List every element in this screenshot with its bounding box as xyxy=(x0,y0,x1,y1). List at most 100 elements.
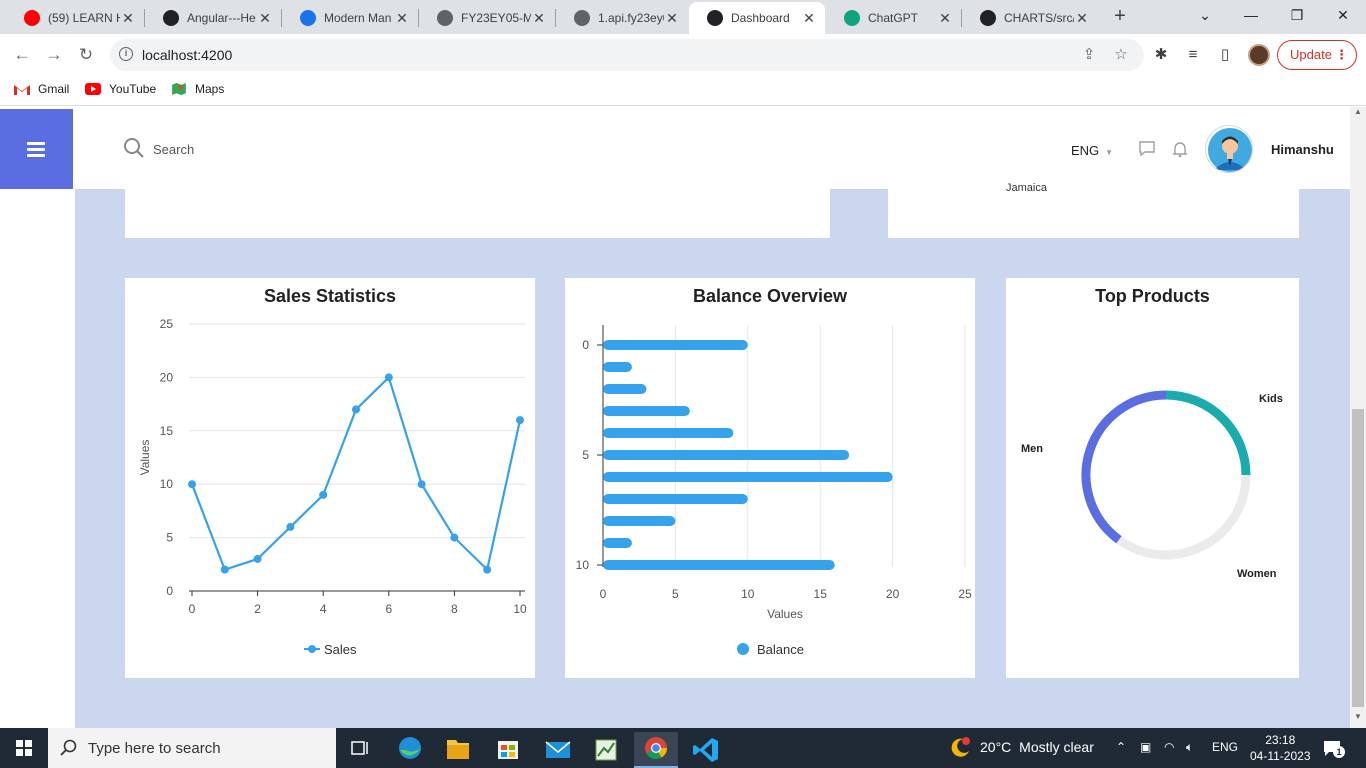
task-view-button[interactable] xyxy=(338,732,382,768)
weather-moon-icon[interactable] xyxy=(948,736,972,760)
site-info-icon[interactable]: i xyxy=(119,47,133,61)
taskbar-search-placeholder: Type here to search xyxy=(88,740,221,757)
sales-data-point xyxy=(450,533,459,542)
legend-marker xyxy=(737,643,749,655)
reload-button[interactable]: ↻ xyxy=(74,43,98,67)
language-label: ENG xyxy=(1071,143,1100,158)
tray-language[interactable]: ENG xyxy=(1212,740,1238,754)
close-tab-icon[interactable]: ✕ xyxy=(937,10,953,27)
media-control-icon[interactable]: ≡ xyxy=(1184,46,1202,64)
balance-bar xyxy=(603,538,632,548)
browser-tab[interactable]: 1.api.fy23ey0 ✕ xyxy=(556,2,688,34)
scrollbar-thumb[interactable] xyxy=(1352,409,1364,707)
wifi-icon[interactable]: ◠ xyxy=(1164,740,1174,754)
close-tab-icon[interactable]: ✕ xyxy=(531,10,547,27)
balance-bar xyxy=(603,516,676,526)
browser-tab[interactable]: CHARTS/src/✕ xyxy=(962,2,1098,34)
close-tab-icon[interactable]: ✕ xyxy=(394,10,410,27)
share-icon[interactable]: ⇪ xyxy=(1080,46,1098,64)
sidebar xyxy=(0,107,73,728)
tab-search-button[interactable]: ⌄ xyxy=(1182,0,1228,32)
profile-avatar-icon[interactable] xyxy=(1248,44,1270,66)
taskbar-search-box[interactable]: Type here to search xyxy=(48,728,336,768)
tray-overflow-icon[interactable]: ⌃ xyxy=(1116,740,1126,754)
taskbar-chrome[interactable] xyxy=(634,732,678,768)
taskbar-mail[interactable] xyxy=(536,732,580,768)
network-status-icon[interactable]: ▣ xyxy=(1140,740,1151,754)
globe-icon xyxy=(574,10,590,26)
bookmark-maps[interactable]: Maps xyxy=(171,82,224,96)
menu-toggle-button[interactable] xyxy=(0,109,73,189)
close-tab-icon[interactable]: ✕ xyxy=(257,10,273,27)
extensions-icon[interactable]: ✱ xyxy=(1152,46,1170,64)
close-tab-icon[interactable]: ✕ xyxy=(1074,10,1090,27)
search-input[interactable]: Search xyxy=(153,142,194,157)
system-clock[interactable]: 23:18 04-11-2023 xyxy=(1250,732,1311,764)
close-tab-icon[interactable]: ✕ xyxy=(801,10,817,27)
browser-tab[interactable]: (59) LEARN H ✕ xyxy=(6,2,144,34)
username: Himanshu xyxy=(1271,142,1334,157)
page-scrollbar[interactable]: ▲ ▼ xyxy=(1350,107,1366,728)
x-tick-label: 8 xyxy=(451,602,458,616)
balance-bar xyxy=(603,560,835,570)
y-tick-label: 15 xyxy=(160,424,174,438)
address-bar-row: ← → ↻ i localhost:4200 ⇪ ☆ ✱ ≡ ▯ Update … xyxy=(0,34,1366,76)
globe-icon xyxy=(437,10,453,26)
menu-dots-icon: ⋮ xyxy=(1335,47,1348,62)
balance-bar xyxy=(603,406,690,416)
taskbar-vscode[interactable] xyxy=(684,732,728,768)
x-tick-label: 2 xyxy=(254,602,261,616)
notification-badge: 1 xyxy=(1333,746,1345,758)
omnibox[interactable]: i localhost:4200 ⇪ ☆ xyxy=(110,39,1144,71)
clock-date: 04-11-2023 xyxy=(1250,749,1311,763)
browser-tab[interactable]: Angular---He ✕ xyxy=(145,2,281,34)
taskbar-edge[interactable] xyxy=(388,732,432,768)
balance-bar xyxy=(603,494,748,504)
bookmark-youtube[interactable]: YouTube xyxy=(85,82,156,96)
back-button[interactable]: ← xyxy=(10,43,34,67)
url-text[interactable]: localhost:4200 xyxy=(142,47,232,63)
y-tick-label: 10 xyxy=(160,477,174,491)
taskbar-store[interactable] xyxy=(486,732,530,768)
scroll-down-arrow[interactable]: ▼ xyxy=(1350,712,1366,726)
close-window-button[interactable]: ✕ xyxy=(1320,0,1366,32)
top-card-right: Jamaica xyxy=(888,182,1299,238)
tab-title: FY23EY05-M xyxy=(461,11,531,25)
taskbar-app-chart[interactable] xyxy=(584,732,628,768)
forward-button[interactable]: → xyxy=(42,43,66,67)
weather-widget[interactable]: 20°C Mostly clear xyxy=(980,739,1094,755)
bookmark-star-icon[interactable]: ☆ xyxy=(1112,46,1130,64)
bell-icon[interactable] xyxy=(1171,140,1189,158)
new-tab-button[interactable]: + xyxy=(1108,4,1132,28)
language-select[interactable]: ENG ▼ xyxy=(1071,143,1113,158)
browser-tab[interactable]: FY23EY05-M ✕ xyxy=(419,2,555,34)
y-tick-label: 20 xyxy=(160,370,174,384)
windows-start-icon[interactable] xyxy=(16,740,32,756)
balance-bar xyxy=(603,362,632,372)
x-tick-label: 10 xyxy=(513,602,527,616)
browser-tab[interactable]: Dashboard ✕ xyxy=(689,2,825,34)
browser-tab[interactable]: Modern Man ✕ xyxy=(282,2,418,34)
tab-title: ChatGPT xyxy=(868,11,919,25)
close-tab-icon[interactable]: ✕ xyxy=(664,10,680,27)
taskbar-file-explorer[interactable] xyxy=(436,732,480,768)
close-tab-icon[interactable]: ✕ xyxy=(120,10,136,27)
tab-title: Angular---He xyxy=(187,11,256,25)
minimize-button[interactable]: — xyxy=(1228,0,1274,32)
bookmark-gmail[interactable]: Gmail xyxy=(14,82,69,96)
search-icon[interactable] xyxy=(123,137,145,159)
side-panel-icon[interactable]: ▯ xyxy=(1216,46,1234,64)
volume-icon[interactable]: 🔈︎ xyxy=(1186,740,1193,755)
balance-overview-card: Balance Overview 0 5 10 15 20 25 0 5 10 Values Bal… xyxy=(565,278,975,678)
scroll-up-arrow[interactable]: ▲ xyxy=(1350,107,1366,121)
bookmark-label: YouTube xyxy=(109,82,157,96)
task-view-icon xyxy=(351,741,368,755)
chat-icon[interactable] xyxy=(1138,140,1156,158)
update-button[interactable]: Update ⋮ xyxy=(1277,40,1357,70)
balance-bar xyxy=(603,340,748,350)
restore-button[interactable]: ❐ xyxy=(1274,0,1320,32)
notifications-icon[interactable]: 1 xyxy=(1322,738,1345,758)
user-avatar[interactable] xyxy=(1205,125,1253,173)
browser-tab[interactable]: ChatGPT ✕ xyxy=(826,2,961,34)
balance-bar xyxy=(603,428,734,438)
